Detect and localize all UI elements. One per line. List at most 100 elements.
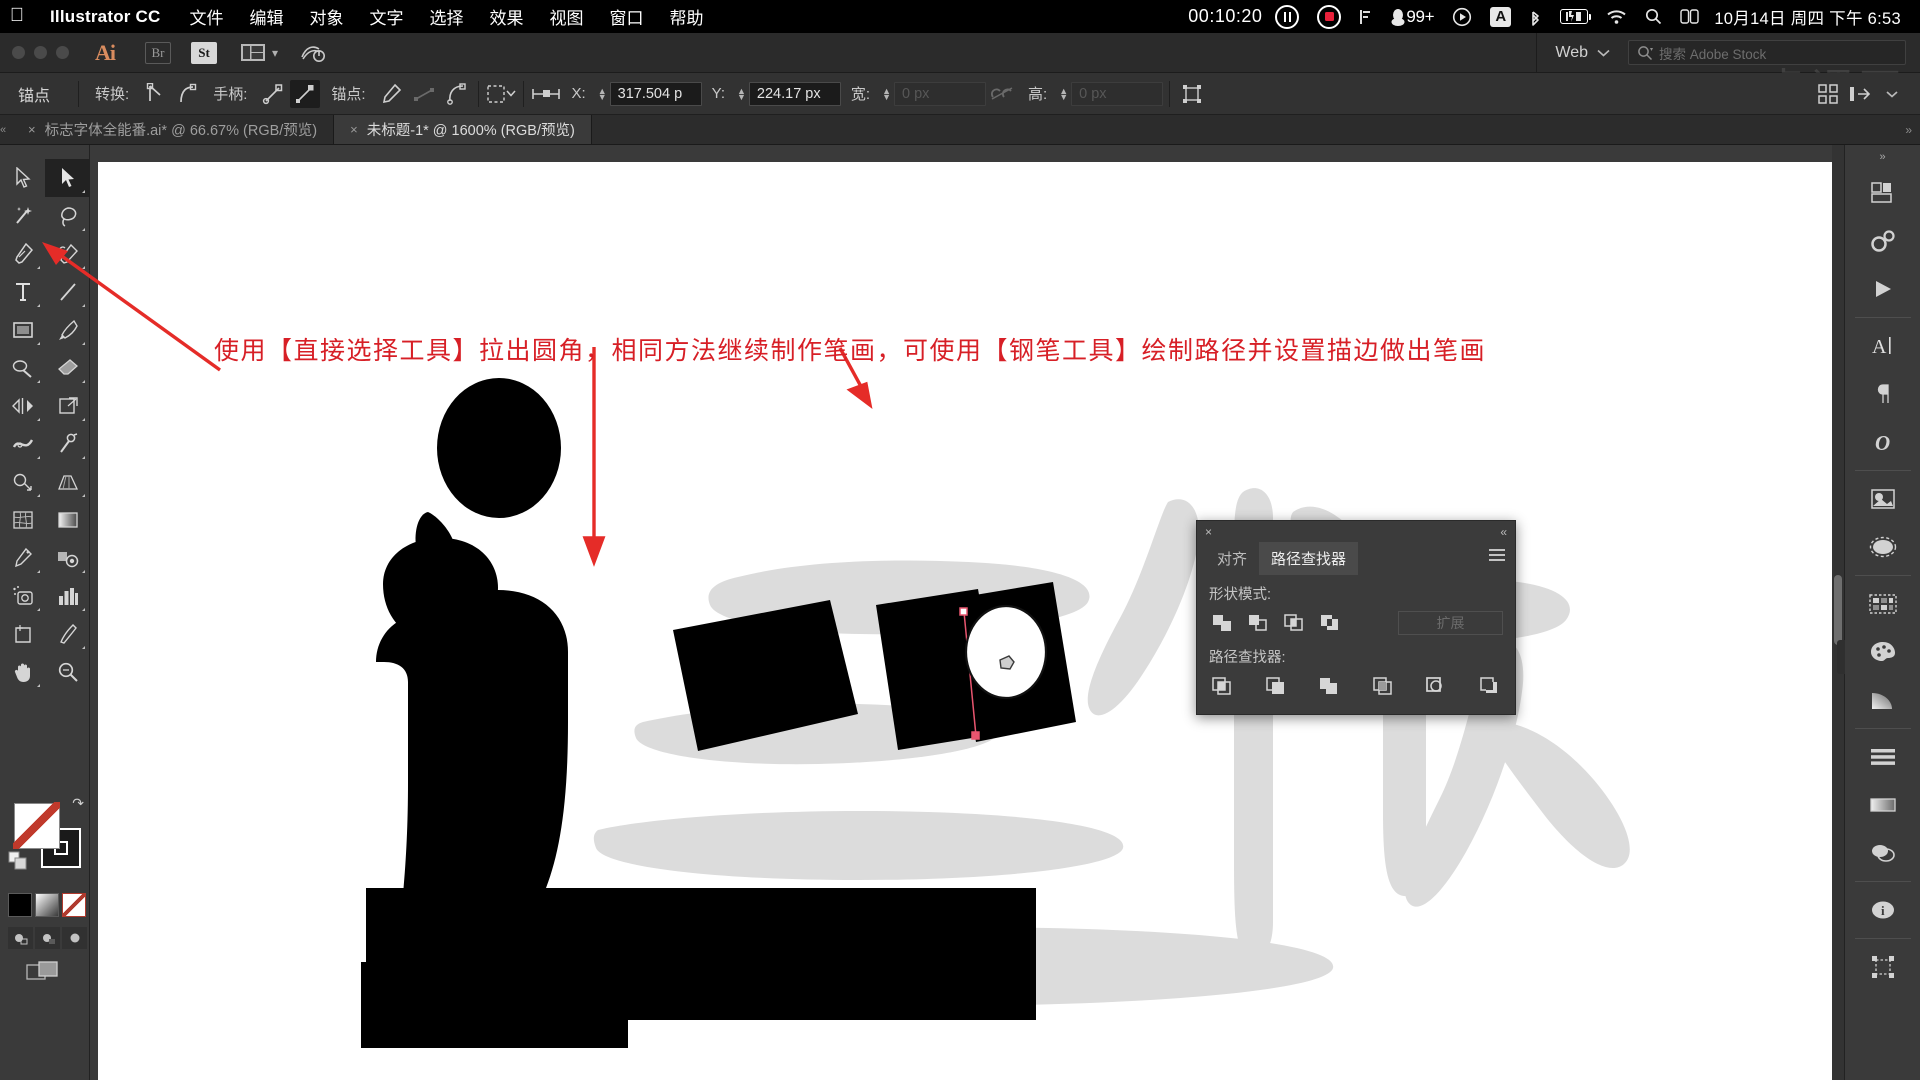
panel-image-trace[interactable] (1857, 475, 1909, 523)
hand-tool[interactable] (0, 653, 45, 691)
collapse-icon[interactable]: « (1500, 525, 1507, 539)
document-tab-2[interactable]: × 未标题-1* @ 1600% (RGB/预览) (334, 115, 592, 144)
more-options-icon[interactable] (1877, 80, 1907, 108)
rotate-tool[interactable] (0, 387, 45, 425)
tabbar-expand-icon[interactable]: » (1897, 115, 1920, 144)
lasso-tool[interactable] (45, 197, 90, 235)
color-mode-gradient[interactable] (35, 893, 59, 917)
y-stepper[interactable]: ▲ ▼ (737, 86, 746, 101)
window-controls[interactable] (0, 46, 83, 59)
menu-window[interactable]: 窗口 (596, 4, 656, 29)
arrange-documents-icon[interactable] (241, 44, 265, 61)
eraser-tool[interactable] (45, 349, 90, 387)
pen-tool[interactable] (0, 235, 45, 273)
panel-brushes[interactable] (1857, 523, 1909, 571)
battery-icon[interactable] (1551, 9, 1597, 24)
panel-stroke[interactable] (1857, 781, 1909, 829)
exclude-icon[interactable] (1317, 611, 1343, 635)
reference-point-icon[interactable] (531, 80, 561, 108)
width-tool[interactable] (0, 425, 45, 463)
default-fill-stroke-icon[interactable] (8, 851, 28, 871)
intersect-icon[interactable] (1281, 611, 1307, 635)
perspective-grid-tool[interactable] (45, 463, 90, 501)
line-segment-tool[interactable] (45, 273, 90, 311)
blend-tool[interactable] (45, 539, 90, 577)
panel-opentype[interactable]: O (1857, 418, 1909, 466)
pause-button[interactable] (1266, 4, 1308, 29)
zoom-dot[interactable] (56, 46, 69, 59)
panel-actions[interactable] (1857, 217, 1909, 265)
tab-align[interactable]: 对齐 (1205, 542, 1259, 575)
stock-button[interactable]: St (191, 41, 217, 64)
unlink-icon[interactable] (987, 80, 1017, 108)
panel-gradient[interactable] (1857, 676, 1909, 724)
menu-edit[interactable]: 编辑 (236, 4, 296, 29)
menu-file[interactable]: 文件 (176, 4, 236, 29)
shape-builder-tool[interactable] (0, 463, 45, 501)
rectangle-tool[interactable] (0, 311, 45, 349)
arrange-icon[interactable] (1845, 80, 1875, 108)
mac-datetime[interactable]: 10月14日 周四 下午 6:53 (1708, 5, 1910, 29)
column-graph-tool[interactable] (45, 577, 90, 615)
symbol-sprayer-tool[interactable] (0, 577, 45, 615)
input-source-icon[interactable]: A (1481, 6, 1520, 27)
grid-view-icon[interactable] (1813, 80, 1843, 108)
close-dot[interactable] (12, 46, 25, 59)
dock-resize-handle[interactable] (1837, 640, 1845, 674)
minus-back-icon[interactable] (1477, 674, 1503, 698)
fill-swatch[interactable] (13, 802, 60, 849)
apple-icon[interactable]:  (0, 6, 34, 28)
type-tool[interactable] (0, 273, 45, 311)
menu-help[interactable]: 帮助 (656, 4, 716, 29)
arrange-chevron-down-icon[interactable]: ▾ (265, 46, 290, 60)
zoom-tool[interactable] (45, 653, 90, 691)
swap-fill-stroke-icon[interactable]: ↷ (72, 795, 84, 812)
scale-tool[interactable] (45, 387, 90, 425)
x-stepper[interactable]: ▲ ▼ (598, 86, 607, 101)
artboard[interactable] (98, 162, 1844, 1080)
crop-icon[interactable] (1370, 674, 1396, 698)
workspace-switcher[interactable]: Web (1536, 33, 1628, 72)
sync-settings-icon[interactable] (290, 43, 326, 63)
convert-corner-icon[interactable] (140, 80, 170, 108)
tab-pathfinder[interactable]: 路径查找器 (1259, 541, 1359, 575)
direct-selection-tool[interactable] (45, 159, 90, 197)
menu-object[interactable]: 对象 (296, 4, 356, 29)
shaper-tool[interactable] (0, 349, 45, 387)
canvas-area[interactable]: × « 对齐 路径查找器 形状模式: 扩展 路径查找器: (90, 145, 1844, 1080)
divide-icon[interactable] (1209, 674, 1235, 698)
transform-icon[interactable] (1177, 80, 1207, 108)
document-tab-1[interactable]: × 标志字体全能番.ai* @ 66.67% (RGB/预览) (12, 115, 335, 144)
mac-app-name[interactable]: Illustrator CC (34, 7, 176, 27)
stock-search-field[interactable]: 搜索 Adobe Stock (1628, 40, 1906, 65)
panel-color[interactable] (1857, 628, 1909, 676)
magic-wand-tool[interactable] (0, 197, 45, 235)
penguin-notification[interactable]: 99+ (1381, 7, 1443, 27)
anchor-connect-icon[interactable] (409, 80, 439, 108)
panel-menu-icon[interactable] (1489, 549, 1505, 561)
minimize-dot[interactable] (34, 46, 47, 59)
screen-mode-icon[interactable] (26, 960, 60, 984)
trim-icon[interactable] (1263, 674, 1289, 698)
panel-play[interactable] (1857, 265, 1909, 313)
control-center-icon[interactable] (1671, 9, 1708, 24)
bridge-button[interactable]: Br (145, 41, 171, 64)
slice-tool[interactable] (45, 615, 90, 653)
mesh-tool[interactable] (0, 501, 45, 539)
anchor-cut-icon[interactable] (441, 80, 471, 108)
pathfinder-panel[interactable]: × « 对齐 路径查找器 形状模式: 扩展 路径查找器: (1196, 520, 1516, 715)
panel-swatches[interactable] (1857, 580, 1909, 628)
eyedropper-tool[interactable] (0, 539, 45, 577)
vertical-scrollbar[interactable] (1832, 145, 1844, 1080)
dock-collapse-icon[interactable]: » (1845, 145, 1920, 169)
close-icon[interactable]: × (28, 122, 36, 137)
isolate-icon[interactable] (486, 80, 516, 108)
outline-icon[interactable] (1423, 674, 1449, 698)
menu-select[interactable]: 选择 (416, 4, 476, 29)
spotlight-search-icon[interactable] (1636, 8, 1671, 25)
gradient-tool[interactable] (45, 501, 90, 539)
scrollbar-thumb[interactable] (1834, 575, 1842, 645)
menu-view[interactable]: 视图 (536, 4, 596, 29)
panel-transparency[interactable] (1857, 829, 1909, 877)
wifi-icon[interactable] (1597, 9, 1636, 25)
